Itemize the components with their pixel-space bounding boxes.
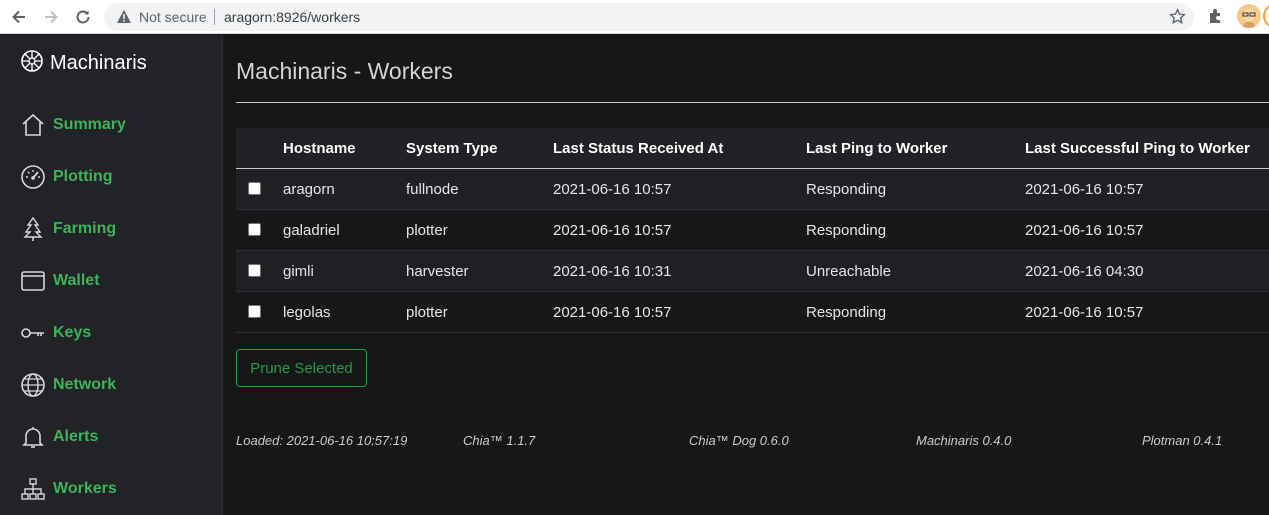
omnibox-divider xyxy=(214,9,215,25)
speedometer-icon xyxy=(20,164,46,190)
sidebar-item-label: Farming xyxy=(53,220,117,237)
sidebar-item-wallet[interactable]: Wallet xyxy=(20,266,100,296)
footer-chia-version: Chia™ 1.1.7 xyxy=(463,433,536,448)
bell-icon xyxy=(20,424,46,450)
sidebar-item-alerts[interactable]: Alerts xyxy=(20,422,98,452)
cell-last-status: 2021-06-16 10:57 xyxy=(553,222,672,239)
cell-last-status: 2021-06-16 10:57 xyxy=(553,181,672,198)
forward-button[interactable] xyxy=(40,6,62,28)
cell-last-status: 2021-06-16 10:31 xyxy=(553,263,672,280)
arrow-left-icon xyxy=(12,10,25,24)
column-header-last-status[interactable]: Last Status Received At xyxy=(553,140,723,157)
sidebar-item-label: Network xyxy=(53,376,117,393)
main-content: Machinaris - Workers Hostname System Typ… xyxy=(224,35,1269,515)
cell-last-successful-ping: 2021-06-16 10:57 xyxy=(1025,222,1144,239)
sidebar-item-label: Workers xyxy=(53,480,117,497)
address-bar[interactable]: Not secure aragorn:8926/workers xyxy=(104,3,1194,31)
sidebar-item-label: Keys xyxy=(53,324,92,341)
brand-name: Machinaris xyxy=(50,52,147,74)
sidebar-item-network[interactable]: Network xyxy=(20,370,116,400)
column-header-system-type[interactable]: System Type xyxy=(406,140,497,157)
puzzle-icon[interactable] xyxy=(1207,7,1225,30)
sidebar-item-label: Plotting xyxy=(53,168,113,185)
table-row: aragorn fullnode 2021-06-16 10:57 Respon… xyxy=(236,169,1269,210)
reload-icon xyxy=(76,10,90,24)
cell-hostname: galadriel xyxy=(283,222,340,239)
sidebar-item-workers[interactable]: Workers xyxy=(20,474,117,504)
cell-hostname: legolas xyxy=(283,304,331,321)
brand[interactable]: Machinaris xyxy=(20,49,147,78)
house-icon xyxy=(20,112,46,138)
arrow-right-icon xyxy=(45,10,58,24)
row-checkbox[interactable] xyxy=(248,223,261,236)
cell-last-ping: Responding xyxy=(806,304,887,321)
avatar[interactable] xyxy=(1237,4,1261,28)
url-text[interactable]: aragorn:8926/workers xyxy=(224,9,360,25)
page-title: Machinaris - Workers xyxy=(236,58,453,84)
wallet-icon xyxy=(20,268,46,294)
workers-table: Hostname System Type Last Status Receive… xyxy=(236,128,1269,333)
table-row: galadriel plotter 2021-06-16 10:57 Respo… xyxy=(236,210,1269,251)
column-header-hostname[interactable]: Hostname xyxy=(283,140,356,157)
row-checkbox[interactable] xyxy=(248,305,261,318)
key-icon xyxy=(20,320,46,346)
cell-system-type: harvester xyxy=(406,263,469,280)
globe-icon xyxy=(20,372,46,398)
cell-system-type: plotter xyxy=(406,222,448,239)
cell-system-type: plotter xyxy=(406,304,448,321)
column-header-last-successful-ping[interactable]: Last Successful Ping to Worker xyxy=(1025,140,1250,157)
footer-loaded: Loaded: 2021-06-16 10:57:19 xyxy=(236,433,408,448)
cell-last-successful-ping: 2021-06-16 10:57 xyxy=(1025,181,1144,198)
back-button[interactable] xyxy=(8,6,30,28)
footer-machinaris-version: Machinaris 0.4.0 xyxy=(916,433,1012,448)
cell-hostname: aragorn xyxy=(283,181,335,198)
security-label[interactable]: Not secure xyxy=(139,9,207,25)
cell-last-ping: Unreachable xyxy=(806,263,892,280)
sidebar: Machinaris Summary Plotting Farming Wall… xyxy=(0,35,223,515)
warning-icon xyxy=(116,9,132,29)
cell-last-successful-ping: 2021-06-16 10:57 xyxy=(1025,304,1144,321)
sidebar-item-label: Summary xyxy=(53,116,126,133)
cell-last-ping: Responding xyxy=(806,222,887,239)
cell-last-ping: Responding xyxy=(806,181,887,198)
row-checkbox[interactable] xyxy=(248,182,261,195)
table-header: Hostname System Type Last Status Receive… xyxy=(236,128,1269,169)
browser-toolbar: Not secure aragorn:8926/workers xyxy=(0,0,1269,34)
footer-plotman-version: Plotman 0.4.1 xyxy=(1142,433,1223,448)
sidebar-item-farming[interactable]: Farming xyxy=(20,214,116,244)
reload-button[interactable] xyxy=(72,6,94,28)
cell-hostname: gimli xyxy=(283,263,314,280)
sidebar-item-plotting[interactable]: Plotting xyxy=(20,162,113,192)
sidebar-item-label: Alerts xyxy=(53,428,99,445)
prune-selected-button[interactable]: Prune Selected xyxy=(236,349,367,387)
cell-last-successful-ping: 2021-06-16 04:30 xyxy=(1025,263,1144,280)
cell-last-status: 2021-06-16 10:57 xyxy=(553,304,672,321)
table-row: gimli harvester 2021-06-16 10:31 Unreach… xyxy=(236,251,1269,292)
star-icon[interactable] xyxy=(1169,8,1186,30)
cell-system-type: fullnode xyxy=(406,181,459,198)
footer-chiadog-version: Chia™ Dog 0.6.0 xyxy=(689,433,789,448)
tree-icon xyxy=(20,216,46,242)
column-header-last-ping[interactable]: Last Ping to Worker xyxy=(806,140,947,157)
machinaris-logo-icon xyxy=(20,49,44,78)
row-checkbox[interactable] xyxy=(248,264,261,277)
sidebar-item-label: Wallet xyxy=(53,272,100,289)
profile-menu-icon[interactable] xyxy=(1263,4,1269,28)
sidebar-item-summary[interactable]: Summary xyxy=(20,110,126,140)
title-divider xyxy=(236,102,1269,103)
sidebar-item-keys[interactable]: Keys xyxy=(20,318,91,348)
diagram-icon xyxy=(20,476,46,502)
table-row: legolas plotter 2021-06-16 10:57 Respond… xyxy=(236,292,1269,333)
